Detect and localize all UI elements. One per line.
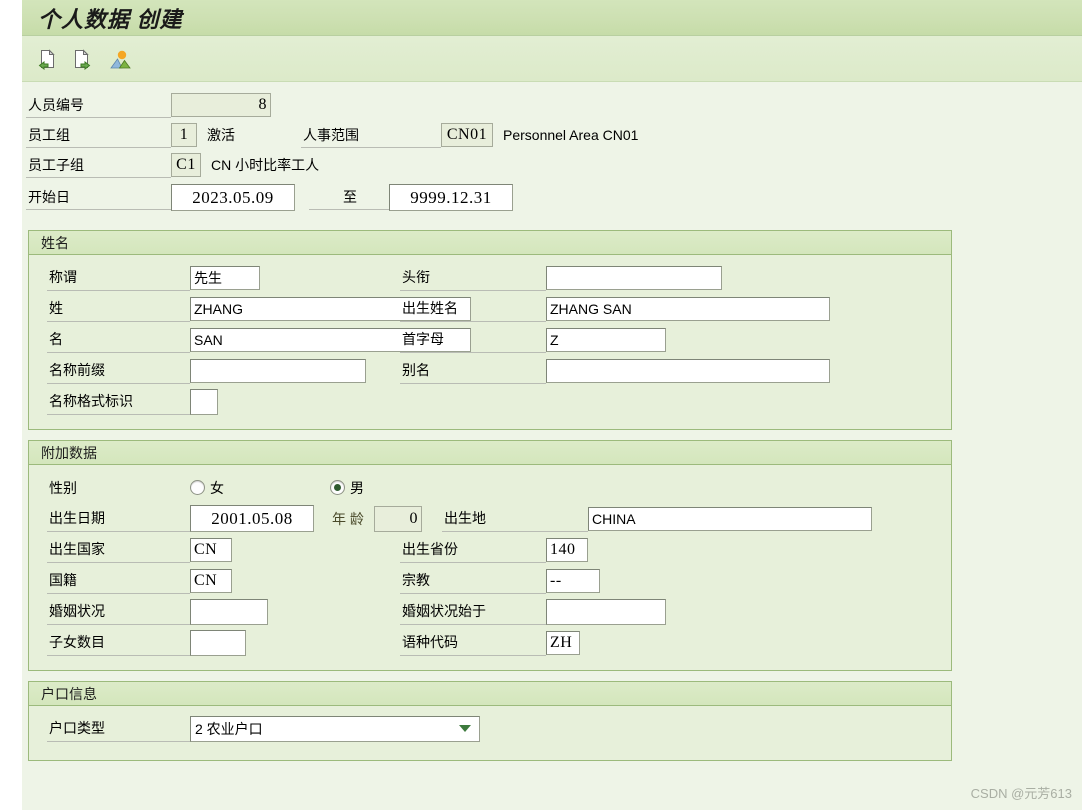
birth-name-field[interactable]: ZHANG SAN [546,296,830,321]
title-field[interactable] [546,265,722,290]
additional-data-section-body: 性别 女 男 出生日期 2001.05.08 年 龄 0 出生地 CHINA 出… [29,465,951,670]
marital-status-label: 婚姻状况 [47,598,190,625]
marital-since-field[interactable] [546,598,666,625]
birthdate-field[interactable]: 2001.05.08 [190,505,314,532]
valid-from-label: 开始日 [26,184,171,210]
header-fields: 人员编号 8 员工组 1 激活 人事范围 CN01 Personnel Area… [22,82,1082,220]
page-title: 个人数据 创建 [38,6,183,32]
name-format-label: 名称格式标识 [47,388,190,415]
title-bar: 个人数据 创建 [22,0,1082,36]
birth-country-field[interactable]: CN [190,537,232,562]
personnel-area-field[interactable]: CN01 [441,123,493,147]
employee-subgroup-label: 员工子组 [26,152,171,178]
nickname-field[interactable] [546,358,830,383]
previous-record-icon[interactable] [30,43,62,75]
application-window: 个人数据 创建 人员编号 8 员工组 1 激活 人事范围 CN01 Person… [22,0,1082,810]
household-section-header: 户口信息 [29,682,951,706]
gender-male-label: 男 [350,479,364,496]
valid-to-label: 至 [309,184,389,210]
religion-field[interactable]: -- [546,568,600,593]
children-count-label: 子女数目 [47,629,190,656]
radio-male-icon[interactable] [330,480,345,495]
age-label: 年 龄 [332,510,364,527]
row-name-prefix: 名称前缀 别名 [29,355,951,386]
personnel-area-label: 人事范围 [301,122,441,148]
religion-label: 宗教 [400,567,546,594]
row-gender: 性别 女 男 [29,472,951,503]
toolbar [22,36,1082,82]
additional-data-section-header: 附加数据 [29,441,951,465]
household-section-body: 户口类型 2 农业户口 [29,706,951,760]
nickname-label: 别名 [400,357,546,384]
row-last-name: 姓 ZHANG 出生姓名 ZHANG SAN [29,293,951,324]
radio-female-icon[interactable] [190,480,205,495]
employee-group-text: 激活 [207,127,235,143]
valid-to-field[interactable]: 9999.12.31 [389,183,513,211]
gender-female-label: 女 [210,479,224,496]
first-name-label: 名 [47,326,190,353]
language-code-label: 语种代码 [400,629,546,656]
birthplace-field[interactable]: CHINA [588,506,872,531]
gender-label: 性别 [49,479,77,496]
household-type-label: 户口类型 [47,715,190,742]
marital-status-field[interactable] [190,598,268,625]
birthdate-label: 出生日期 [47,505,190,532]
household-section: 户口信息 户口类型 2 农业户口 [28,681,952,761]
row-nationality: 国籍 CN 宗教 -- [29,565,951,596]
gender-option-male[interactable]: 男 [330,478,364,498]
gender-option-female[interactable]: 女 [190,478,330,498]
household-type-dropdown[interactable]: 2 农业户口 [190,715,480,742]
household-type-value: 2 农业户口 [195,720,263,737]
nationality-label: 国籍 [47,567,190,594]
name-section-body: 称谓 先生 头衔 姓 ZHANG 出生姓名 ZHANG SAN 名 SAN 首字… [29,255,951,429]
valid-from-field[interactable]: 2023.05.09 [171,183,295,211]
birth-country-label: 出生国家 [47,536,190,563]
age-field[interactable]: 0 [374,505,422,532]
children-count-field[interactable] [190,629,246,656]
watermark: CSDN @元芳613 [970,786,1072,801]
employee-group-label: 员工组 [26,122,171,148]
chevron-down-icon[interactable] [459,725,471,732]
salutation-label: 称谓 [47,264,190,291]
additional-data-section: 附加数据 性别 女 男 出生日期 2001.05.08 年 龄 0 出生地 CH… [28,440,952,671]
row-first-name: 名 SAN 首字母 Z [29,324,951,355]
name-format-field[interactable] [190,388,218,415]
row-birthdate: 出生日期 2001.05.08 年 龄 0 出生地 CHINA [29,503,951,534]
name-prefix-field[interactable] [190,358,366,383]
birth-province-label: 出生省份 [400,536,546,563]
employee-group-field[interactable]: 1 [171,123,197,147]
initials-field[interactable]: Z [546,327,666,352]
name-section-header: 姓名 [29,231,951,255]
next-record-icon[interactable] [67,43,99,75]
header-row-employee-subgroup: 员工子组 C1 CN 小时比率工人 [26,150,1082,180]
row-birth-country: 出生国家 CN 出生省份 140 [29,534,951,565]
salutation-field[interactable]: 先生 [190,265,260,290]
title-label: 头衔 [400,264,546,291]
personnel-number-field[interactable]: 8 [171,93,271,117]
row-salutation: 称谓 先生 头衔 [29,262,951,293]
last-name-label: 姓 [47,295,190,322]
name-section: 姓名 称谓 先生 头衔 姓 ZHANG 出生姓名 ZHANG SAN 名 SAN… [28,230,952,430]
row-name-format: 名称格式标识 [29,386,951,417]
language-code-field[interactable]: ZH [546,630,580,655]
picture-icon[interactable] [104,43,136,75]
name-prefix-label: 名称前缀 [47,357,190,384]
nationality-field[interactable]: CN [190,568,232,593]
marital-since-label: 婚姻状况始于 [400,598,546,625]
header-row-personnel-number: 人员编号 8 [26,90,1082,120]
personnel-number-label: 人员编号 [26,92,171,118]
birth-province-field[interactable]: 140 [546,537,588,562]
birthplace-label: 出生地 [442,505,588,532]
initials-label: 首字母 [400,326,546,353]
birth-name-label: 出生姓名 [400,295,546,322]
row-household-type: 户口类型 2 农业户口 [29,713,951,744]
header-row-employee-group: 员工组 1 激活 人事范围 CN01 Personnel Area CN01 [26,120,1082,150]
employee-subgroup-field[interactable]: C1 [171,153,201,177]
row-children: 子女数目 语种代码 ZH [29,627,951,658]
row-marital-status: 婚姻状况 婚姻状况始于 [29,596,951,627]
personnel-area-text: Personnel Area CN01 [503,127,639,143]
employee-subgroup-text: CN 小时比率工人 [211,157,320,173]
header-row-validity: 开始日 2023.05.09 至 9999.12.31 [26,180,1082,214]
